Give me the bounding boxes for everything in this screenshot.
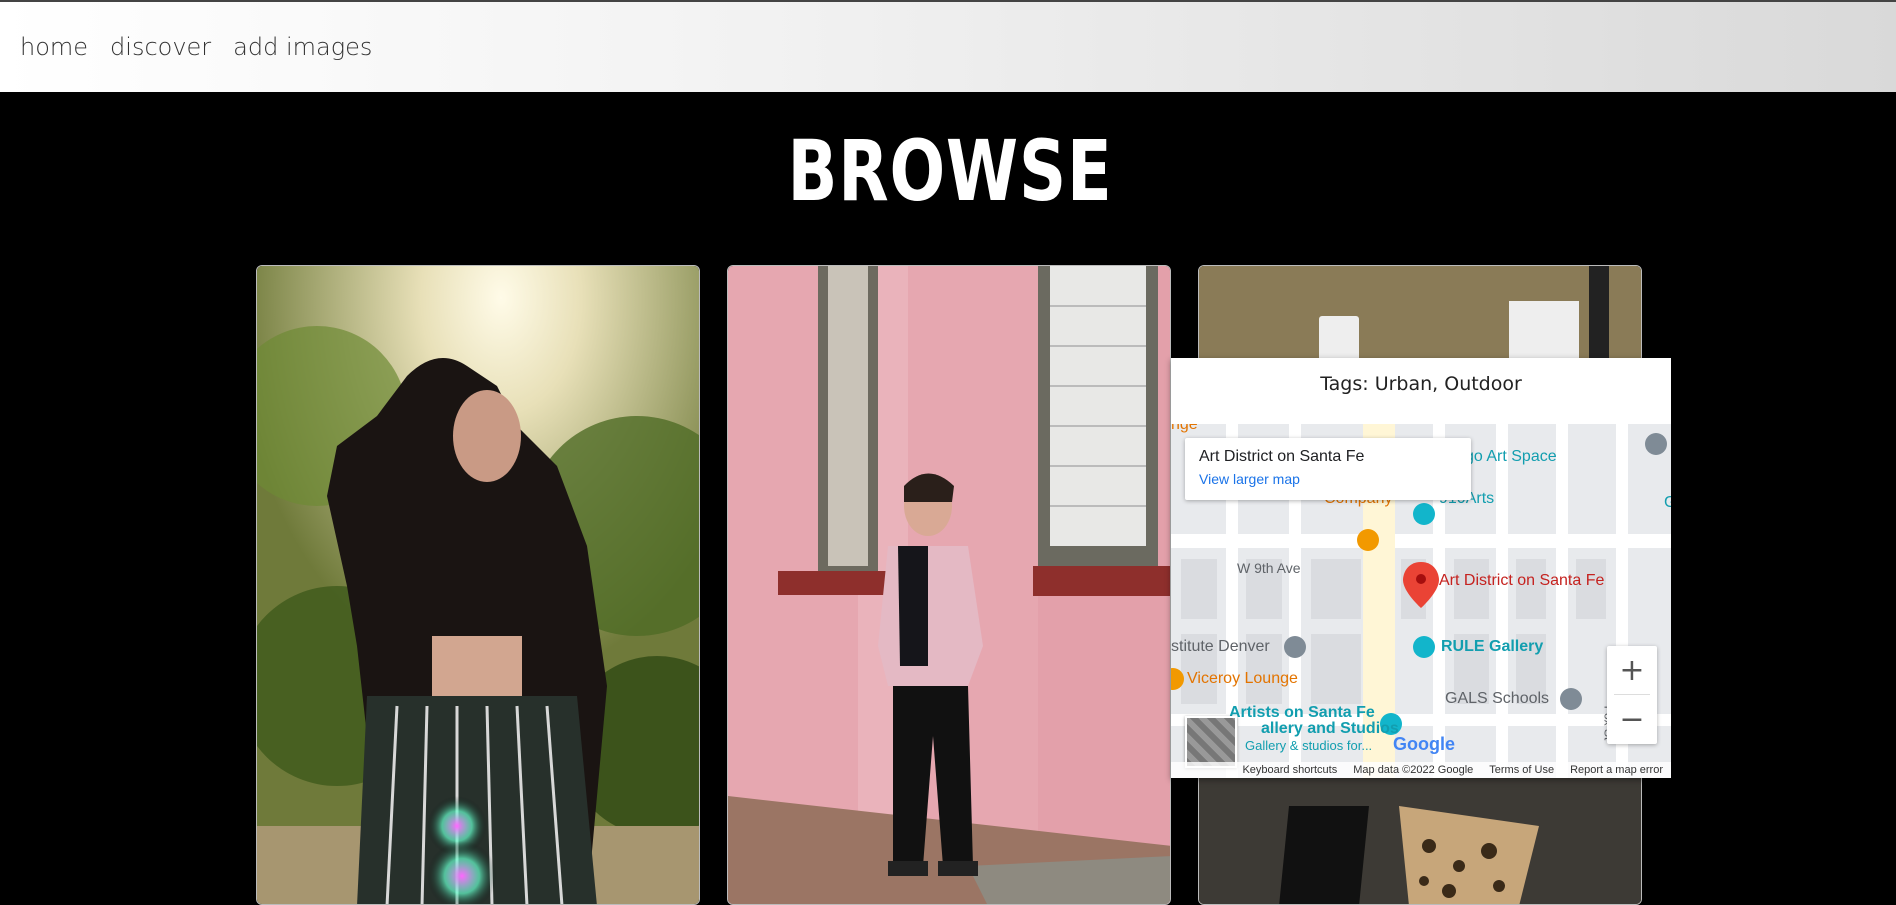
map-label-artists-2: allery and Studios xyxy=(1261,720,1399,737)
image-card-2[interactable] xyxy=(727,265,1171,905)
map-label-gals: GALS Schools xyxy=(1445,690,1550,707)
map-pin-school xyxy=(1645,433,1667,455)
page-title: BROWSE xyxy=(787,122,1113,220)
map-label-nge: nge xyxy=(1171,424,1198,433)
map-pin-bar xyxy=(1357,529,1379,551)
photo-boy-pink-wall xyxy=(728,266,1170,904)
tags-label: Tags: Urban, Outdoor xyxy=(1320,373,1522,395)
nav-home-link[interactable]: home xyxy=(20,33,88,61)
map-popup: Tags: Urban, Outdoor nge go Art Space G … xyxy=(1171,358,1671,778)
navbar: home discover add images xyxy=(0,0,1896,92)
map-label-institute: stitute Denver xyxy=(1171,638,1270,655)
map-label-w9th: W 9th Ave xyxy=(1237,560,1301,576)
map-pin-gals xyxy=(1560,688,1582,710)
nav-add-images-link[interactable]: add images xyxy=(233,33,372,61)
report-map-error-link[interactable]: Report a map error xyxy=(1570,764,1663,776)
map-info-box: Art District on Santa Fe View larger map xyxy=(1185,438,1471,500)
image-card-1[interactable] xyxy=(256,265,700,905)
zoom-in-button[interactable]: + xyxy=(1607,646,1657,694)
map-label-go-art-space: go Art Space xyxy=(1465,448,1557,465)
zoom-out-button[interactable]: − xyxy=(1607,695,1657,743)
map-label-rule-gallery: RULE Gallery xyxy=(1441,638,1544,655)
nav-discover-link[interactable]: discover xyxy=(110,33,211,61)
view-larger-map-link[interactable]: View larger map xyxy=(1199,471,1457,487)
map-label-art-district: Art District on Santa Fe xyxy=(1439,572,1605,589)
google-logo: Google xyxy=(1393,734,1455,754)
map-label-gallery-studios: Gallery & studios for... xyxy=(1245,738,1373,753)
photo-woman-foliage xyxy=(257,266,699,904)
map-label-viceroy: Viceroy Lounge xyxy=(1187,670,1298,687)
map-pin-institute xyxy=(1284,636,1306,658)
map-pin-rule-gallery xyxy=(1413,636,1435,658)
embedded-map[interactable]: nge go Art Space G Company 910Arts W 9th… xyxy=(1171,424,1671,778)
map-pin-910arts xyxy=(1413,503,1435,525)
map-data-text: Map data ©2022 Google xyxy=(1353,764,1474,776)
map-satellite-toggle[interactable] xyxy=(1185,716,1237,768)
keyboard-shortcuts-link[interactable]: Keyboard shortcuts xyxy=(1242,764,1337,776)
terms-of-use-link[interactable]: Terms of Use xyxy=(1489,764,1554,776)
map-info-title: Art District on Santa Fe xyxy=(1199,448,1365,465)
map-attribution: Keyboard shortcuts Map data ©2022 Google… xyxy=(1171,762,1671,778)
map-label-g: G xyxy=(1664,494,1671,511)
map-zoom-controls: + − xyxy=(1607,646,1657,744)
